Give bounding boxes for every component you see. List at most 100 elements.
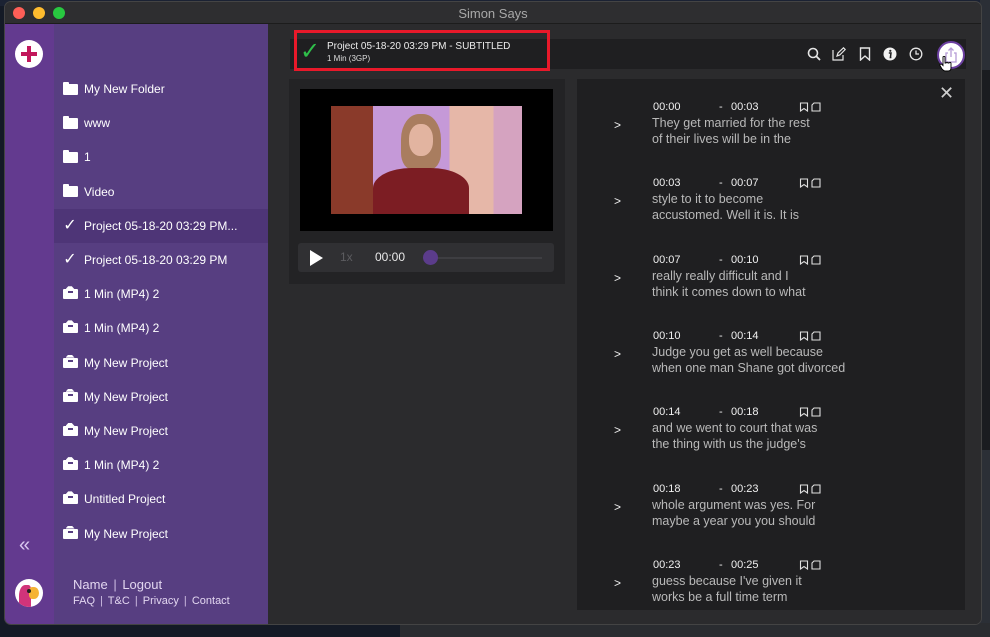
separator: | bbox=[183, 595, 187, 607]
segment-line: Judge you get as well because bbox=[652, 344, 823, 359]
sidebar-footer: Name | Logout FAQ | T&C | Privacy | Cont… bbox=[73, 577, 230, 607]
box-icon bbox=[62, 424, 78, 438]
play-button[interactable] bbox=[310, 250, 323, 266]
play-segment-arrow[interactable]: > bbox=[614, 118, 621, 132]
add-project-button[interactable] bbox=[15, 40, 43, 68]
sidebar-item[interactable]: My New Project bbox=[54, 516, 268, 550]
bookmark-icon[interactable] bbox=[799, 102, 809, 112]
play-segment-arrow[interactable]: > bbox=[614, 347, 621, 361]
sidebar-item-label: My New Project bbox=[84, 423, 169, 438]
segment-start-time[interactable]: 00:14 bbox=[653, 406, 681, 418]
play-segment-arrow[interactable]: > bbox=[614, 423, 621, 437]
box-icon bbox=[62, 390, 78, 404]
sidebar-item-label: My New Project bbox=[84, 389, 169, 404]
play-segment-arrow[interactable]: > bbox=[614, 576, 621, 590]
play-segment-arrow[interactable]: > bbox=[614, 194, 621, 208]
bookmark-icon[interactable] bbox=[799, 255, 809, 265]
app-logo[interactable] bbox=[15, 579, 43, 607]
project-list[interactable]: My New Folder www 1 Video ✓ Project 05-18-20 … bbox=[54, 24, 268, 557]
segment-end-time[interactable]: 00:18 bbox=[731, 406, 759, 418]
segment-text[interactable]: guess because I've given it works be a fu… bbox=[652, 573, 912, 605]
segment-line: really really difficult and I bbox=[652, 268, 789, 283]
sidebar-item-label: Project 05-18-20 03:29 PM bbox=[84, 253, 228, 268]
sidebar-item[interactable]: Untitled Project bbox=[54, 482, 268, 516]
clock-icon[interactable] bbox=[908, 46, 924, 62]
segment-text[interactable]: style to it to become accustomed. Well it… bbox=[652, 191, 912, 223]
comment-icon[interactable] bbox=[811, 560, 821, 570]
contact-link[interactable]: Contact bbox=[192, 595, 230, 607]
bookmark-icon[interactable] bbox=[857, 46, 873, 62]
segment-start-time[interactable]: 00:00 bbox=[653, 101, 681, 113]
faq-link[interactable]: FAQ bbox=[73, 595, 95, 607]
sidebar-item-label: 1 Min (MP4) 2 bbox=[84, 321, 160, 336]
segment-text[interactable]: really really difficult and Ithink it co… bbox=[652, 268, 912, 300]
sidebar-item[interactable]: 1 Min (MP4) 2 bbox=[54, 448, 268, 482]
sidebar-item[interactable]: My New Project bbox=[54, 551, 268, 557]
segment-end-time[interactable]: 00:03 bbox=[731, 101, 759, 113]
icon-rail: « bbox=[5, 24, 54, 624]
sidebar-item[interactable]: My New Project bbox=[54, 380, 268, 414]
bookmark-icon[interactable] bbox=[799, 407, 809, 418]
folder-icon bbox=[62, 81, 78, 96]
time-separator: - bbox=[719, 482, 723, 495]
segment-line: maybe a year you you should bbox=[652, 513, 816, 528]
comment-icon[interactable] bbox=[811, 178, 821, 188]
segment-start-time[interactable]: 00:07 bbox=[653, 254, 681, 266]
logout-link[interactable]: Logout bbox=[122, 577, 162, 592]
transcript-segment: 00:14 -00:18 > and we went to court that wa… bbox=[577, 406, 965, 482]
sidebar-item[interactable]: www bbox=[54, 106, 268, 140]
bookmark-icon[interactable] bbox=[799, 331, 809, 341]
collapse-sidebar-button[interactable]: « bbox=[19, 534, 30, 557]
seek-track[interactable] bbox=[430, 257, 542, 259]
segment-end-time[interactable]: 00:14 bbox=[731, 330, 759, 342]
comment-icon[interactable] bbox=[811, 331, 821, 341]
bookmark-icon[interactable] bbox=[799, 483, 809, 494]
bookmark-icon[interactable] bbox=[799, 178, 809, 189]
segment-start-time[interactable]: 00:23 bbox=[653, 559, 681, 571]
video-player[interactable] bbox=[300, 89, 553, 231]
segment-text[interactable]: Judge you get as well because when one ma… bbox=[652, 344, 912, 376]
segment-start-time[interactable]: 00:18 bbox=[653, 483, 681, 495]
bookmark-icon[interactable] bbox=[799, 560, 809, 570]
terms-link[interactable]: T&C bbox=[108, 595, 130, 607]
comment-icon[interactable] bbox=[811, 255, 821, 265]
search-icon[interactable] bbox=[806, 46, 822, 62]
segment-end-time[interactable]: 00:07 bbox=[731, 177, 759, 189]
sidebar-item[interactable]: 1 bbox=[54, 140, 268, 174]
title-bar: Simon Says bbox=[5, 2, 981, 24]
seek-handle[interactable] bbox=[423, 250, 438, 265]
comment-icon[interactable] bbox=[811, 102, 821, 112]
segment-end-time[interactable]: 00:10 bbox=[731, 254, 759, 266]
play-segment-arrow[interactable]: > bbox=[614, 500, 621, 514]
sidebar-item[interactable]: My New Folder bbox=[54, 72, 268, 106]
playback-speed-button[interactable]: 1x bbox=[340, 250, 353, 264]
sidebar-item[interactable]: Video bbox=[54, 175, 268, 209]
edit-icon[interactable] bbox=[831, 46, 847, 62]
privacy-link[interactable]: Privacy bbox=[143, 595, 179, 607]
segment-end-time[interactable]: 00:23 bbox=[731, 483, 759, 495]
sidebar-item-label: 1 bbox=[84, 150, 91, 165]
segment-start-time[interactable]: 00:10 bbox=[653, 330, 681, 342]
segment-start-time[interactable]: 00:03 bbox=[653, 177, 681, 189]
comment-icon[interactable] bbox=[811, 407, 821, 417]
background-window-text bbox=[980, 70, 990, 450]
box-icon bbox=[62, 287, 78, 301]
segment-text[interactable]: and we went to court that was the thing w… bbox=[652, 420, 912, 452]
sidebar-item[interactable]: My New Project bbox=[54, 346, 268, 380]
segment-end-time[interactable]: 00:25 bbox=[731, 559, 759, 571]
sidebar-item[interactable]: 1 Min (MP4) 2 bbox=[54, 311, 268, 345]
sidebar-item[interactable]: My New Project bbox=[54, 414, 268, 448]
segment-line: They get married for the rest bbox=[652, 116, 810, 130]
segment-text[interactable]: whole argument was yes. For maybe a year … bbox=[652, 497, 912, 529]
sidebar-item[interactable]: ✓ Project 05-18-20 03:29 PM bbox=[54, 243, 268, 277]
sidebar-item[interactable]: 1 Min (MP4) 2 bbox=[54, 277, 268, 311]
sidebar-item[interactable]: ✓ Project 05-18-20 03:29 PM... bbox=[54, 208, 268, 243]
info-icon[interactable] bbox=[882, 46, 898, 62]
play-segment-arrow[interactable]: > bbox=[614, 271, 621, 285]
sidebar: My New Folder www 1 Video ✓ Project 05-18-20 … bbox=[54, 24, 268, 624]
presenter-figure bbox=[373, 114, 469, 214]
comment-icon[interactable] bbox=[811, 483, 821, 494]
segment-text[interactable]: They get married for the rest of their li… bbox=[652, 115, 912, 147]
video-panel: 1x 00:00 bbox=[289, 79, 565, 284]
user-name-link[interactable]: Name bbox=[73, 577, 108, 592]
